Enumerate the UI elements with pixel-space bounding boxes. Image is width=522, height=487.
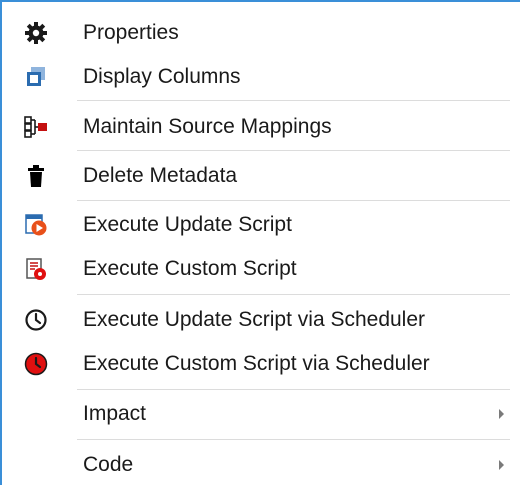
- menu-item-execute-update-script[interactable]: Execute Update Script: [4, 203, 520, 247]
- menu-item-label: Execute Update Script: [83, 213, 292, 236]
- source-mappings-icon: [23, 114, 49, 140]
- menu-item-label: Properties: [83, 21, 179, 44]
- trash-icon: [23, 163, 49, 189]
- gear-icon: [23, 20, 49, 46]
- menu-item-execute-custom-script-via-scheduler[interactable]: Execute Custom Script via Scheduler: [4, 342, 520, 386]
- menu-separator: [77, 294, 510, 295]
- menu-item-label: Display Columns: [83, 65, 241, 88]
- display-columns-icon: [23, 64, 49, 90]
- submenu-arrow-icon: [499, 460, 504, 470]
- menu-item-properties[interactable]: Properties: [4, 11, 520, 55]
- menu-item-label: Code: [83, 453, 134, 476]
- menu-item-label: Execute Custom Script: [83, 257, 297, 280]
- submenu-arrow-icon: [499, 409, 504, 419]
- menu-separator: [77, 150, 510, 151]
- menu-item-label: Maintain Source Mappings: [83, 115, 332, 138]
- menu-item-execute-update-script-via-scheduler[interactable]: Execute Update Script via Scheduler: [4, 298, 520, 342]
- red-clock-icon: [23, 351, 49, 377]
- menu-item-code[interactable]: Code: [4, 443, 520, 487]
- menu-separator: [77, 389, 510, 390]
- execute-custom-script-icon: [23, 256, 49, 282]
- menu-item-execute-custom-script[interactable]: Execute Custom Script: [4, 247, 520, 291]
- menu-item-maintain-source-mappings[interactable]: Maintain Source Mappings: [4, 105, 520, 149]
- clock-icon: [23, 307, 49, 333]
- menu-item-label: Execute Update Script via Scheduler: [83, 308, 426, 331]
- menu-item-label: Delete Metadata: [83, 164, 238, 187]
- menu-item-delete-metadata[interactable]: Delete Metadata: [4, 154, 520, 198]
- menu-item-label: Impact: [83, 402, 147, 425]
- menu-separator: [77, 100, 510, 101]
- context-menu: Properties Display Columns Maintain Sour…: [0, 0, 520, 485]
- execute-update-script-icon: [23, 212, 49, 238]
- menu-item-label: Execute Custom Script via Scheduler: [83, 352, 430, 375]
- menu-separator: [77, 200, 510, 201]
- menu-item-impact[interactable]: Impact: [4, 392, 520, 436]
- menu-separator: [77, 439, 510, 440]
- menu-item-display-columns[interactable]: Display Columns: [4, 55, 520, 99]
